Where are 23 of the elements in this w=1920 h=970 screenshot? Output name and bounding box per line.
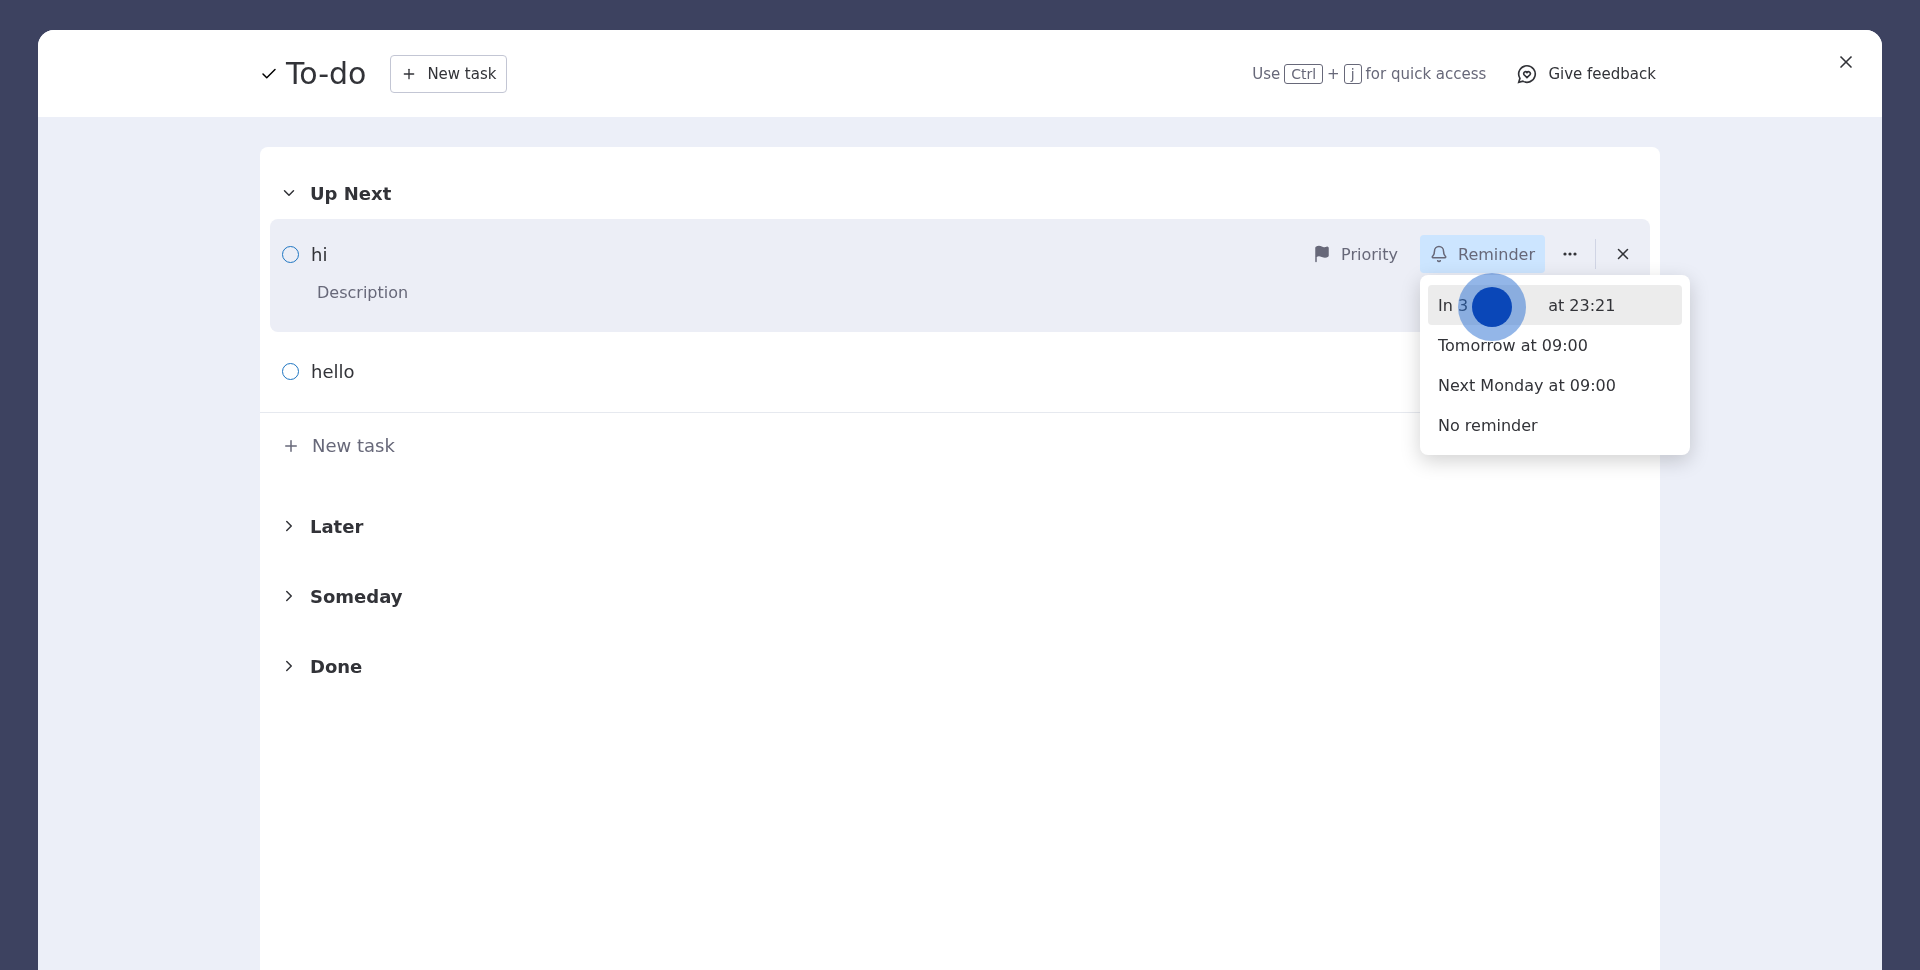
menu-item[interactable]: No reminder xyxy=(1428,405,1682,445)
new-task-button[interactable]: New task xyxy=(390,54,508,93)
priority-button[interactable]: Priority xyxy=(1303,235,1408,273)
menu-item[interactable]: Next Monday at 09:00 xyxy=(1428,365,1682,405)
window-title: To-do xyxy=(286,56,367,91)
plus-sign: + xyxy=(1327,64,1340,83)
group-header[interactable]: Someday xyxy=(270,574,413,618)
shortcut-hint: Use xyxy=(1252,64,1281,83)
shortcut-hint: for quick access xyxy=(1365,64,1487,83)
group-header[interactable]: Up Next xyxy=(270,171,402,215)
flag-icon xyxy=(1313,245,1332,263)
keyboard-key: j xyxy=(1343,63,1362,84)
keyboard-key: Ctrl xyxy=(1284,63,1324,84)
new-task-button[interactable]: New task xyxy=(270,413,407,478)
group-header[interactable]: Done xyxy=(270,644,373,688)
reminder-button[interactable]: Reminder xyxy=(1420,235,1545,273)
bell-icon xyxy=(1430,245,1448,263)
more-icon xyxy=(1563,252,1577,256)
heart-chat-icon xyxy=(1516,62,1539,85)
give-feedback-button[interactable]: Give feedback xyxy=(1512,58,1660,89)
task-title: hello xyxy=(311,360,355,382)
group-header[interactable]: Later xyxy=(270,504,374,548)
task-title: hi xyxy=(311,243,328,265)
